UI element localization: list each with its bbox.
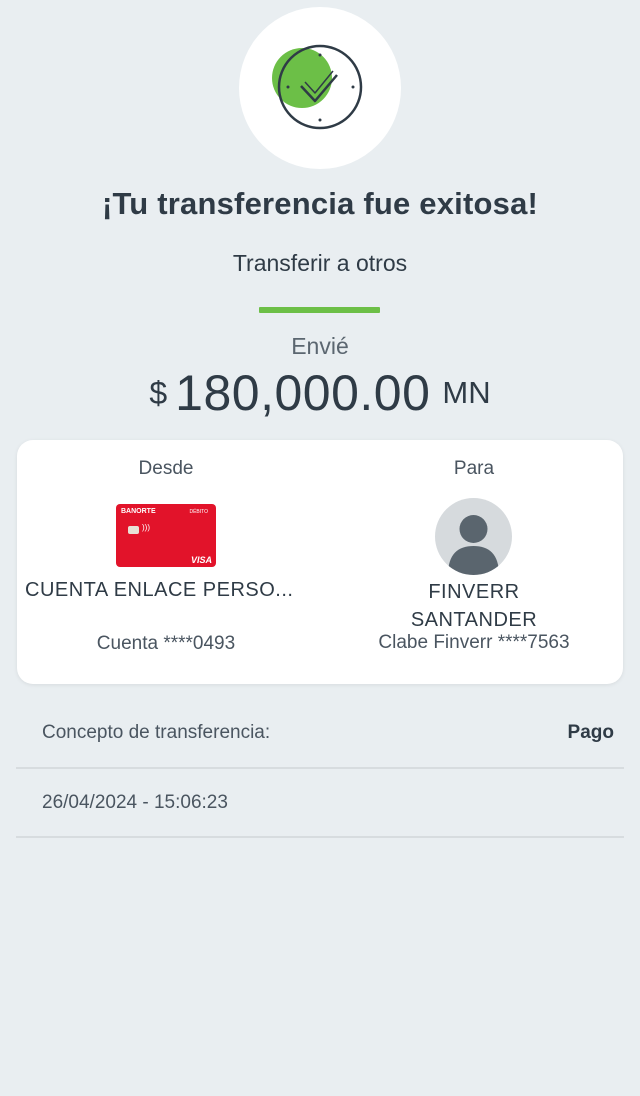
from-label: Desde <box>138 458 194 479</box>
to-name-line1: FINVERR <box>428 581 520 603</box>
card-brand: BANORTE <box>121 508 156 515</box>
accent-divider <box>259 307 380 313</box>
amount: $180,000.00 MN <box>0 364 640 422</box>
concept-row: Concepto de transferencia: Pago <box>16 700 624 769</box>
success-title: ¡Tu transferencia fue exitosa! <box>101 186 539 221</box>
card-chip-icon <box>128 526 139 534</box>
amount-value: 180,000.00 <box>175 365 431 421</box>
card-network: VISA <box>190 555 212 565</box>
amount-unit: MN <box>442 375 491 410</box>
success-badge <box>239 7 401 169</box>
transfer-datetime: 26/04/2024 - 15:06:23 <box>42 792 228 813</box>
from-account-name: CUENTA ENLACE PERSO... <box>25 579 294 601</box>
amount-label: Envié <box>291 333 349 359</box>
currency-symbol: $ <box>149 374 168 411</box>
transfer-type: Transferir a otros <box>232 250 408 276</box>
card-type: DÉBITO <box>189 509 208 515</box>
to-name-line2: SANTANDER <box>410 609 538 631</box>
datetime-row: 26/04/2024 - 15:06:23 <box>16 769 624 838</box>
to-account-name: FINVERR SANTANDER <box>327 578 621 634</box>
debit-card-image: BANORTE DÉBITO ))) VISA <box>116 504 216 567</box>
from-account-number: Cuenta ****0493 <box>96 633 236 654</box>
to-account-number: Clabe Finverr ****7563 <box>378 632 570 653</box>
success-check-icon <box>272 44 363 130</box>
transfer-summary-card: Desde Para BANORTE DÉBITO ))) VISA CUENT… <box>17 440 623 684</box>
concept-label: Concepto de transferencia: <box>42 722 271 743</box>
to-label: Para <box>453 458 495 479</box>
recipient-avatar <box>435 498 512 575</box>
person-icon <box>448 515 499 575</box>
contactless-icon: ))) <box>142 523 150 532</box>
concept-value: Pago <box>567 722 614 743</box>
